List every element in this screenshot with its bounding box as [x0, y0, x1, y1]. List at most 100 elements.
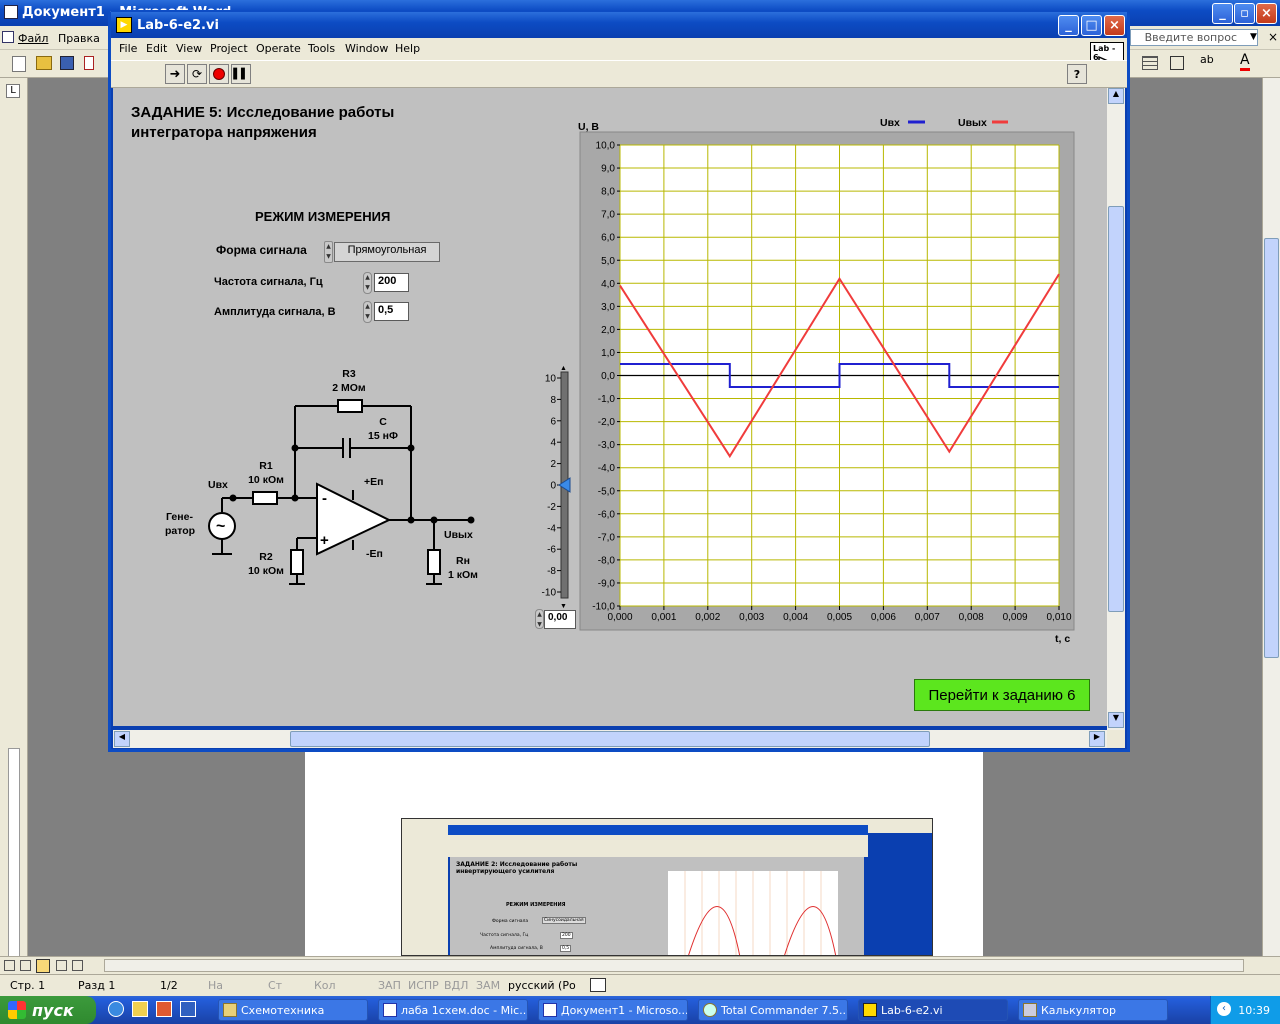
word-vertical-scrollbar[interactable]: [1262, 78, 1280, 956]
font-color-icon[interactable]: A: [1240, 52, 1250, 71]
status-line: Ст: [268, 979, 283, 992]
word-statusbar: Стр. 1 Разд 1 1/2 На Ст Кол ЗАП ИСПР ВДЛ…: [0, 974, 1280, 996]
label-c-value: 15 нФ: [368, 430, 398, 442]
lv-minimize-button[interactable]: _: [1058, 15, 1079, 36]
status-rec[interactable]: ЗАП: [378, 979, 401, 992]
lv-maximize-button[interactable]: □: [1081, 15, 1102, 36]
scroll-right-icon[interactable]: ▶: [1089, 731, 1105, 747]
lv-menu-help[interactable]: Help: [395, 42, 420, 55]
label-generator-1: Гене-: [166, 511, 193, 523]
ie-icon[interactable]: [108, 1001, 124, 1017]
help-icon[interactable]: ?: [1067, 64, 1087, 84]
lv-vertical-scrollbar[interactable]: ▲ ▼: [1107, 88, 1125, 730]
y-tick-label: 0,0: [601, 371, 615, 382]
scroll-corner: [1107, 730, 1125, 748]
label-r3: R3: [342, 368, 356, 380]
y-tick-label: -6,0: [598, 509, 616, 520]
lv-menu-view[interactable]: View: [176, 42, 202, 55]
tray-arrow-icon[interactable]: ‹: [1217, 1002, 1231, 1016]
lv-menubar: File Edit View Project Operate Tools Win…: [111, 38, 1127, 60]
borders-icon[interactable]: [1170, 56, 1184, 70]
word-restore-button[interactable]: ▫: [1234, 3, 1255, 24]
save-icon[interactable]: [60, 56, 74, 70]
label-r3-value: 2 МОм: [332, 382, 366, 394]
taskbar-item-laba[interactable]: лаба 1схем.doc - Mic...: [378, 999, 528, 1021]
word-scroll-thumb[interactable]: [1264, 238, 1279, 658]
lv-menu-window[interactable]: Window: [345, 42, 388, 55]
status-ext[interactable]: ВДЛ: [444, 979, 468, 992]
x-tick-label: 0,007: [915, 612, 940, 623]
lv-menu-edit[interactable]: Edit: [146, 42, 167, 55]
scroll-up-icon[interactable]: ▲: [1108, 88, 1124, 104]
status-trk[interactable]: ИСПР: [408, 979, 439, 992]
reading-view-icon[interactable]: [56, 960, 67, 971]
web-view-icon[interactable]: [20, 960, 31, 971]
word-doc-icon: [543, 1003, 557, 1017]
word-small-icon: [2, 31, 14, 43]
taskbar-item-tc[interactable]: Total Commander 7.5...: [698, 999, 848, 1021]
signal-form-ring[interactable]: Прямоугольная: [334, 242, 440, 262]
bullets-icon[interactable]: [1142, 56, 1158, 70]
word-close-button[interactable]: ×: [1256, 3, 1277, 24]
run-continuously-icon[interactable]: ⟳: [187, 64, 207, 84]
taskbar-item-labview[interactable]: Lab-6-e2.vi: [858, 999, 1008, 1021]
start-button[interactable]: пуск: [0, 996, 96, 1024]
print-view-icon[interactable]: [36, 959, 50, 973]
lv-toolbar: ➜ ⟳ ▌▌ ?: [111, 60, 1127, 88]
quicklaunch-icon[interactable]: [132, 1001, 148, 1017]
close-icon[interactable]: ×: [1268, 30, 1278, 44]
word-hscroll[interactable]: [104, 959, 1244, 972]
tab-selector-icon[interactable]: L: [6, 84, 20, 98]
signal-form-arrows[interactable]: ▲ ▼: [324, 241, 333, 263]
lv-menu-tools[interactable]: Tools: [308, 42, 335, 55]
normal-view-icon[interactable]: [4, 960, 15, 971]
lv-hscroll-thumb[interactable]: [290, 731, 930, 747]
outline-view-icon[interactable]: [72, 960, 83, 971]
label-generator-2: ратор: [165, 525, 195, 537]
label-c: C: [379, 416, 387, 428]
x-tick-label: 0,001: [651, 612, 676, 623]
status-at: На: [208, 979, 224, 992]
lv-titlebar: ▶ Lab-6-e2.vi: [111, 12, 1127, 38]
word-menu-file[interactable]: Файл: [18, 32, 48, 45]
x-tick-label: 0,003: [739, 612, 764, 623]
scroll-down-icon[interactable]: ▼: [1108, 712, 1124, 728]
next-task-button[interactable]: Перейти к заданию 6: [914, 679, 1090, 711]
y-tick-label: 10,0: [596, 141, 616, 152]
word-help-search[interactable]: Введите вопрос: [1130, 29, 1258, 46]
lv-menu-project[interactable]: Project: [210, 42, 248, 55]
freq-spinner[interactable]: ▲ ▼: [363, 272, 372, 294]
freq-input[interactable]: 200: [374, 273, 409, 292]
abort-icon[interactable]: [209, 64, 229, 84]
outlook-icon[interactable]: [156, 1001, 172, 1017]
spelling-icon[interactable]: [590, 978, 606, 992]
lv-horizontal-scrollbar[interactable]: ◀ ▶: [113, 730, 1107, 748]
word-minimize-button[interactable]: _: [1212, 3, 1233, 24]
highlight-icon[interactable]: ab: [1200, 53, 1214, 66]
integrator-circuit: ~ R3 2 МОм C 15 нФ R1 10 кОм Uвх Гене- р…: [165, 368, 478, 585]
chevron-down-icon[interactable]: ▼: [1250, 32, 1257, 42]
lv-vscroll-thumb[interactable]: [1108, 206, 1124, 612]
run-arrow-icon[interactable]: ➜: [165, 64, 185, 84]
new-document-icon[interactable]: [12, 56, 26, 72]
open-folder-icon[interactable]: [36, 56, 52, 70]
pause-icon[interactable]: ▌▌: [231, 64, 251, 84]
taskbar-item-shemo[interactable]: Схемотехника: [218, 999, 368, 1021]
amp-input[interactable]: 0,5: [374, 302, 409, 321]
taskbar-item-calc[interactable]: Калькулятор: [1018, 999, 1168, 1021]
status-ovr[interactable]: ЗАМ: [476, 979, 500, 992]
lv-menu-file[interactable]: File: [119, 42, 137, 55]
y-tick-label: -2,0: [598, 417, 616, 428]
permission-icon[interactable]: [84, 56, 94, 70]
taskbar-item-doc1[interactable]: Документ1 - Microso...: [538, 999, 688, 1021]
scroll-left-icon[interactable]: ◀: [114, 731, 130, 747]
word-vertical-ruler: L: [0, 78, 28, 1018]
lv-close-button[interactable]: ×: [1104, 15, 1125, 36]
lv-menu-operate[interactable]: Operate: [256, 42, 301, 55]
amp-spinner[interactable]: ▲ ▼: [363, 301, 372, 323]
x-tick-label: 0,000: [607, 612, 632, 623]
show-desktop-icon[interactable]: [180, 1001, 196, 1017]
start-label: пуск: [32, 1000, 74, 1020]
word-menu-edit[interactable]: Правка: [58, 32, 100, 45]
labview-icon: [863, 1003, 877, 1017]
